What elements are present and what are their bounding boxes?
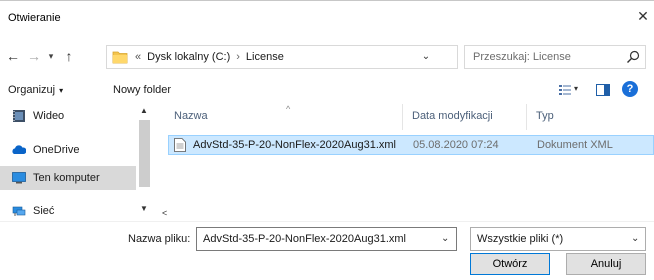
back-arrow-icon[interactable]: ← [4,45,22,67]
filename-input[interactable]: AdvStd-35-P-20-NonFlex-2020Aug31.xml ⌄ [196,227,457,251]
network-icon [12,206,26,216]
scroll-left-icon[interactable]: < [162,208,167,218]
column-divider[interactable] [526,104,527,130]
search-placeholder: Przeszukaj: License [473,51,571,63]
sidebar-item-wideo[interactable]: Wideo [0,104,136,128]
help-icon[interactable]: ? [622,81,638,97]
scroll-up-icon[interactable]: ▲ [140,106,148,115]
filename-value: AdvStd-35-P-20-NonFlex-2020Aug31.xml [203,233,406,245]
search-icon [627,50,640,63]
open-button[interactable]: Otwórz [470,253,550,275]
breadcrumb-item-drive[interactable]: Dysk lokalny (C:) [147,46,230,68]
chevron-down-icon[interactable]: ⌄ [419,46,433,68]
filetype-select[interactable]: Wszystkie pliki (*) ⌄ [470,227,646,251]
computer-icon [12,172,26,184]
column-divider[interactable] [402,104,403,130]
forward-arrow-icon[interactable]: → [25,45,43,67]
recent-locations-chevron-icon[interactable]: ▾ [45,45,57,67]
file-date: 05.08.2020 07:24 [413,139,499,151]
sidebar-item-label: Ten komputer [33,172,100,184]
navigation-pane: Wideo OneDrive Ten komputer Sieć [0,104,152,220]
sidebar-item-ten-komputer[interactable]: Ten komputer [0,166,136,190]
breadcrumb-overflow[interactable]: « [135,46,141,68]
organize-label: Organizuj [8,84,56,96]
sidebar-item-siec[interactable]: Sieć [0,199,136,220]
file-row[interactable]: AdvStd-35-P-20-NonFlex-2020Aug31.xml 05.… [168,135,654,155]
chevron-down-icon[interactable]: ⌄ [631,228,639,250]
filetype-value: Wszystkie pliki (*) [477,233,564,245]
scroll-down-icon[interactable]: ▼ [140,204,148,213]
dialog-title: Otwieranie [8,12,61,24]
filename-label: Nazwa pliku: [128,233,191,245]
address-bar[interactable]: « Dysk lokalny (C:) › License ⌄ [106,45,458,69]
divider [0,221,654,222]
video-folder-icon [13,110,25,122]
cancel-button[interactable]: Anuluj [566,253,646,275]
sidebar-scrollbar-thumb[interactable] [139,120,150,187]
chevron-down-icon[interactable]: ▾ [574,81,578,97]
organize-button[interactable]: Organizuj ▾ [8,80,63,100]
column-headers: Nazwa ^ Data modyfikacji Typ [156,104,654,130]
file-name: AdvStd-35-P-20-NonFlex-2020Aug31.xml [193,139,396,151]
sidebar-item-label: Wideo [33,110,65,122]
sort-ascending-icon: ^ [286,104,291,114]
search-input[interactable]: Przeszukaj: License [464,45,646,69]
new-folder-button[interactable]: Nowy folder [113,80,171,100]
preview-pane-icon[interactable] [596,84,610,96]
onedrive-icon [12,145,26,154]
column-header-name[interactable]: Nazwa [174,110,208,122]
sidebar-item-label: OneDrive [33,144,80,156]
sidebar-item-label: Sieć [33,205,55,217]
horizontal-scrollbar[interactable] [172,209,654,221]
up-arrow-icon[interactable]: ↑ [60,45,78,67]
column-header-type[interactable]: Typ [536,110,554,122]
chevron-down-icon[interactable]: ⌄ [441,228,449,250]
chevron-down-icon: ▾ [59,86,64,95]
view-options-icon[interactable] [558,83,572,97]
file-type: Dokument XML [537,139,613,151]
xml-file-icon [174,138,186,152]
breadcrumb-item-license[interactable]: License [246,46,284,68]
column-header-date[interactable]: Data modyfikacji [412,110,493,122]
close-icon[interactable]: ✕ [636,7,650,25]
folder-icon [112,51,128,64]
breadcrumb-separator[interactable]: › [236,46,240,68]
sidebar-item-onedrive[interactable]: OneDrive [0,138,136,162]
breadcrumb: « Dysk lokalny (C:) › License [135,46,284,68]
